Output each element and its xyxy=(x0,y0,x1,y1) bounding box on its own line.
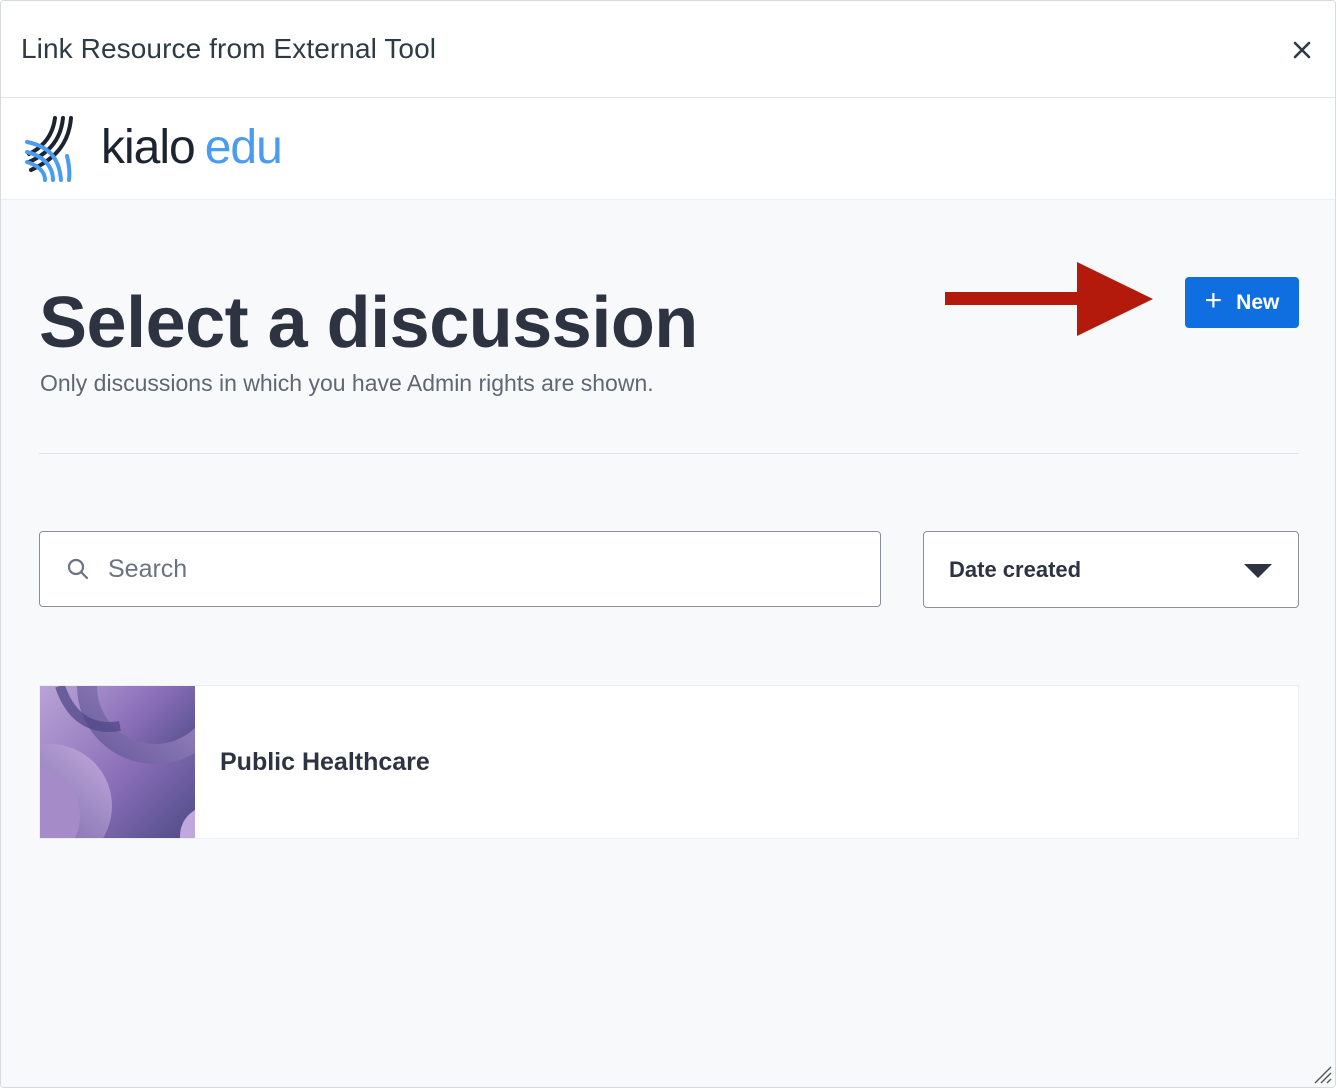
dialog-header: Link Resource from External Tool xyxy=(1,1,1335,98)
new-button-label: New xyxy=(1236,290,1280,314)
divider xyxy=(39,453,1299,454)
annotation-arrow-icon xyxy=(945,262,1153,336)
search-icon xyxy=(67,558,89,580)
search-input[interactable] xyxy=(108,532,868,606)
brand-word-kialo: kialo xyxy=(101,121,196,174)
kialo-edu-wordmark: kialo edu xyxy=(101,118,283,178)
search-field[interactable] xyxy=(39,531,881,607)
discussion-card[interactable]: Public Healthcare xyxy=(39,685,1299,839)
external-tool-frame: kialo edu Select a discussion Only discus… xyxy=(1,98,1335,1087)
dialog-title: Link Resource from External Tool xyxy=(21,33,437,64)
discussion-thumbnail xyxy=(40,686,195,838)
modal-dialog: Link Resource from External Tool kialo ed… xyxy=(0,0,1336,1088)
brand-word-edu: edu xyxy=(204,121,283,174)
sort-select[interactable]: Date created xyxy=(923,531,1299,608)
close-icon xyxy=(1293,41,1311,59)
brand-bar: kialo edu xyxy=(1,98,1335,200)
resize-handle-icon[interactable] xyxy=(1311,1063,1333,1085)
discussion-title: Public Healthcare xyxy=(220,748,430,776)
chevron-down-icon xyxy=(1244,564,1272,578)
sort-selected-value: Date created xyxy=(949,557,1082,582)
new-discussion-button[interactable]: + New xyxy=(1185,277,1299,328)
page-title: Select a discussion xyxy=(39,283,698,363)
plus-icon: + xyxy=(1204,284,1223,317)
kialo-logo-icon xyxy=(25,116,73,182)
page-subtitle: Only discussions in which you have Admin… xyxy=(40,370,654,396)
close-button[interactable] xyxy=(1289,37,1315,63)
